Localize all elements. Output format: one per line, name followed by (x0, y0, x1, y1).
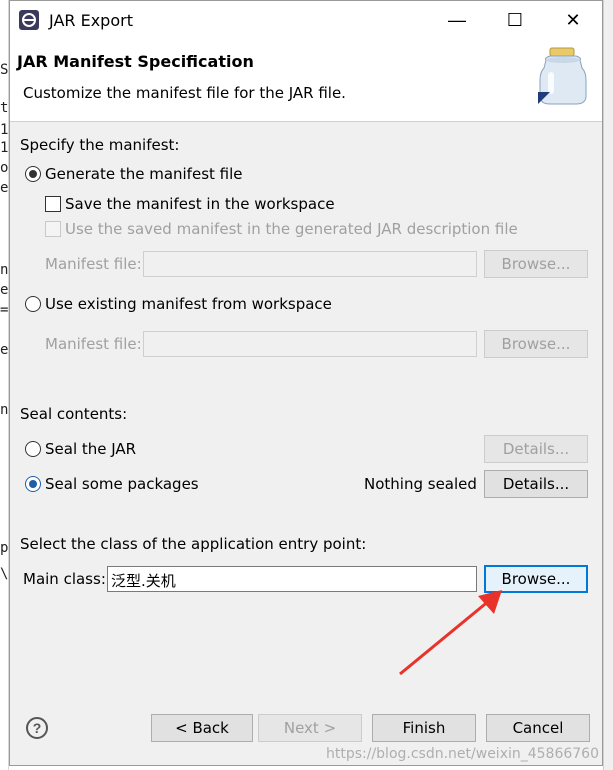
close-icon: ✕ (565, 9, 581, 30)
watermark: https://blog.csdn.net/weixin_45866760 (325, 746, 599, 762)
save-manifest-checkbox[interactable] (45, 196, 61, 212)
annotation-arrow (399, 590, 502, 676)
minimize-icon: — (448, 9, 466, 30)
page-description: Customize the manifest file for the JAR … (23, 84, 346, 102)
existing-manifest-browse-button[interactable]: Browse... (484, 330, 588, 358)
help-icon[interactable]: ? (26, 717, 48, 739)
generate-manifest-radio[interactable] (25, 166, 41, 182)
use-existing-manifest-label[interactable]: Use existing manifest from workspace (45, 295, 332, 313)
background-editor-right (603, 0, 613, 770)
title-bar: JAR Export — ☐ ✕ (10, 1, 602, 39)
manifest-file-field[interactable] (143, 251, 477, 277)
use-saved-manifest-checkbox[interactable] (45, 221, 61, 237)
save-manifest-label[interactable]: Save the manifest in the workspace (65, 195, 335, 213)
maximize-icon: ☐ (506, 9, 524, 30)
next-button[interactable]: Next > (258, 714, 362, 742)
use-existing-manifest-radio[interactable] (25, 296, 41, 312)
existing-manifest-file-label: Manifest file: (45, 335, 142, 353)
seal-jar-details-button[interactable]: Details... (484, 435, 588, 463)
page-title: JAR Manifest Specification (17, 52, 254, 71)
background-editor-left: St1 1oe n e = e n p \ (0, 0, 9, 770)
seal-section-label: Seal contents: (20, 405, 128, 423)
entry-point-section-label: Select the class of the application entr… (20, 535, 367, 553)
finish-button[interactable]: Finish (372, 714, 476, 742)
seal-some-packages-radio[interactable] (25, 476, 41, 492)
eclipse-icon (19, 10, 39, 30)
use-saved-manifest-label: Use the saved manifest in the generated … (65, 220, 518, 238)
window-title: JAR Export (49, 11, 133, 30)
main-class-label: Main class: (23, 570, 106, 588)
manifest-browse-button[interactable]: Browse... (484, 250, 588, 278)
seal-jar-radio[interactable] (25, 441, 41, 457)
seal-some-packages-label[interactable]: Seal some packages (45, 475, 199, 493)
maximize-button[interactable]: ☐ (486, 1, 544, 39)
jar-export-dialog: JAR Export — ☐ ✕ JAR Manifest Specificat… (9, 0, 603, 766)
minimize-button[interactable]: — (428, 1, 486, 39)
wizard-body: Specify the manifest: Generate the manif… (10, 123, 602, 703)
back-button[interactable]: < Back (151, 714, 253, 742)
manifest-file-label: Manifest file: (45, 255, 142, 273)
jar-icon (538, 47, 587, 105)
manifest-section-label: Specify the manifest: (20, 136, 180, 154)
generate-manifest-label[interactable]: Generate the manifest file (45, 165, 243, 183)
wizard-header: JAR Manifest Specification Customize the… (10, 39, 602, 122)
seal-packages-details-button[interactable]: Details... (484, 470, 588, 498)
close-button[interactable]: ✕ (544, 1, 602, 39)
cancel-button[interactable]: Cancel (486, 714, 590, 742)
seal-jar-label[interactable]: Seal the JAR (45, 440, 136, 458)
sealed-status: Nothing sealed (364, 475, 477, 493)
existing-manifest-file-field[interactable] (143, 331, 477, 357)
